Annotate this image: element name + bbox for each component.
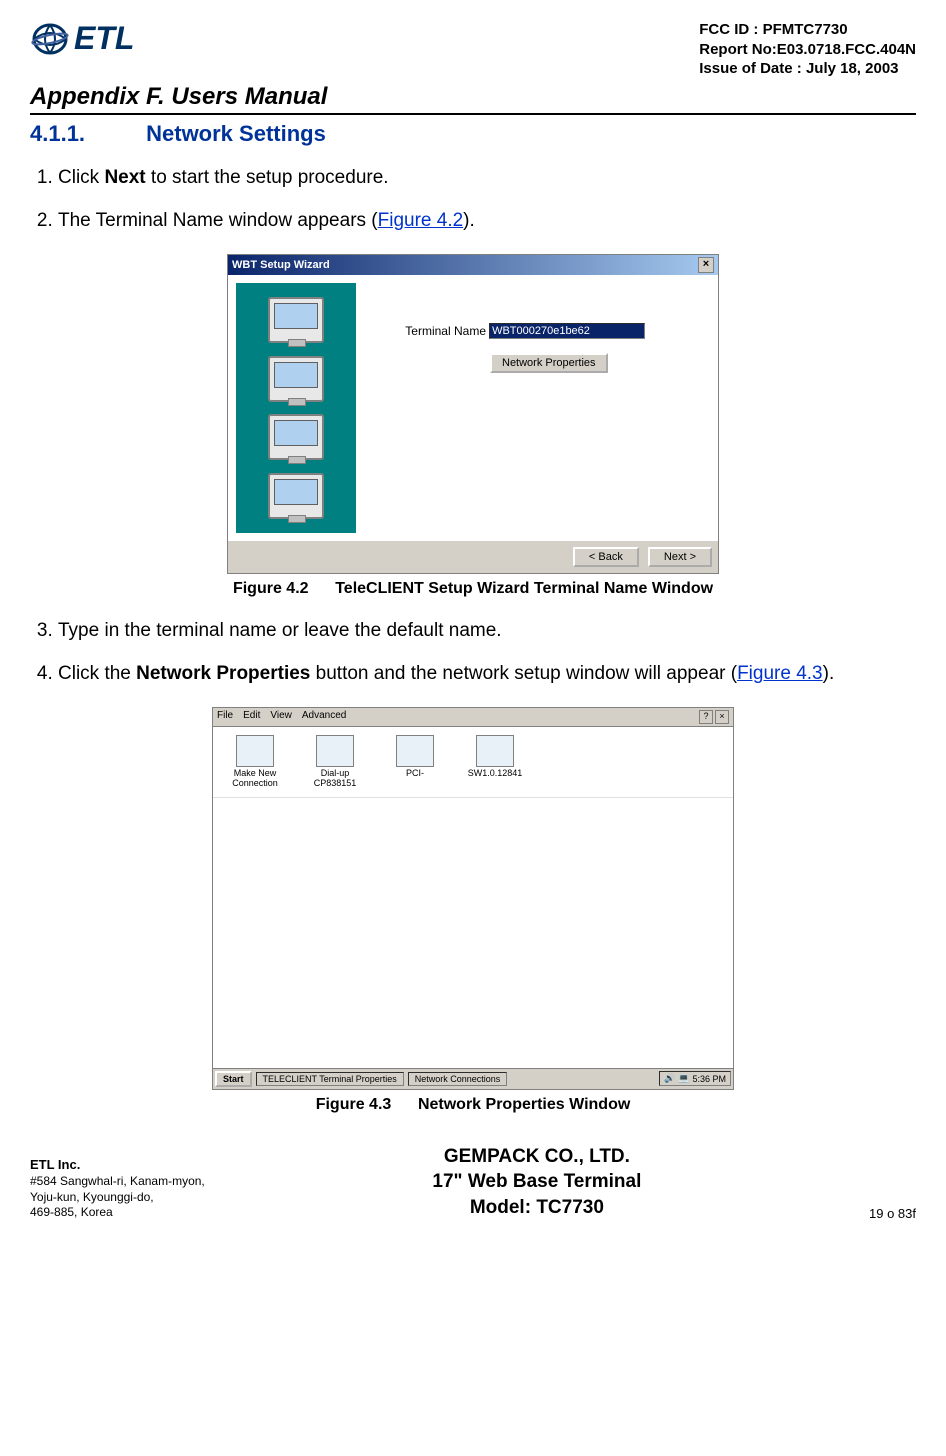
footer-addr2: Yoju-kun, Kyounggi-do, bbox=[30, 1190, 205, 1206]
taskbar-item-network-connections[interactable]: Network Connections bbox=[408, 1072, 508, 1086]
clock: 5:36 PM bbox=[692, 1074, 726, 1084]
figure-4-3-link[interactable]: Figure 4.3 bbox=[737, 663, 823, 684]
step-1: Click Next to start the setup procedure. bbox=[58, 165, 916, 191]
page-header: ETL FCC ID : PFMTC7730 Report No:E03.071… bbox=[30, 20, 916, 79]
monitor-icon bbox=[268, 473, 324, 519]
step1-pre: Click bbox=[58, 167, 104, 188]
connection-icon bbox=[236, 735, 274, 767]
step1-post: to start the setup procedure. bbox=[146, 167, 389, 188]
make-new-label: Make New Connection bbox=[225, 769, 285, 789]
help-icon[interactable]: ? bbox=[699, 710, 713, 724]
network-properties-button[interactable]: Network Properties bbox=[490, 353, 608, 373]
pci-label: PCI- bbox=[385, 769, 445, 779]
dialup-icon[interactable]: Dial-up CP838151 bbox=[305, 735, 365, 789]
step4-bold: Network Properties bbox=[136, 663, 310, 684]
wbt-setup-wizard-window: WBT Setup Wizard × Terminal Name Network… bbox=[227, 254, 719, 574]
step-4: Click the Network Properties button and … bbox=[58, 661, 916, 687]
make-new-connection-icon[interactable]: Make New Connection bbox=[225, 735, 285, 789]
wizard-titlebar: WBT Setup Wizard × bbox=[228, 255, 718, 275]
header-meta: FCC ID : PFMTC7730 Report No:E03.0718.FC… bbox=[699, 20, 916, 79]
fcc-id: FCC ID : PFMTC7730 bbox=[699, 20, 916, 40]
step1-bold: Next bbox=[104, 167, 145, 188]
footer-addr1: #584 Sangwhal-ri, Kanam-myon, bbox=[30, 1174, 205, 1190]
next-button[interactable]: Next > bbox=[648, 547, 712, 567]
footer-company: ETL Inc. bbox=[30, 1157, 205, 1174]
sw-icon[interactable]: SW1.0.12841 bbox=[465, 735, 525, 789]
wizard-sidebar bbox=[236, 283, 356, 533]
fig42-num: Figure 4.2 bbox=[233, 580, 309, 597]
wizard-footer: < Back Next > bbox=[228, 541, 718, 573]
connection-icon bbox=[316, 735, 354, 767]
step4-mid: button and the network setup window will… bbox=[310, 663, 737, 684]
section-number: 4.1.1. bbox=[30, 121, 140, 147]
wizard-body: Terminal Name Network Properties bbox=[228, 275, 718, 541]
pci-icon[interactable]: PCI- bbox=[385, 735, 445, 789]
page-number: 19 o 83f bbox=[869, 1206, 916, 1221]
network-properties-window: File Edit View Advanced ? × Make New Con… bbox=[212, 707, 734, 1090]
close-icon[interactable]: × bbox=[715, 710, 729, 724]
window-buttons: ? × bbox=[699, 710, 729, 724]
footer-center: GEMPACK CO., LTD. 17" Web Base Terminal … bbox=[432, 1144, 641, 1221]
header-rule bbox=[30, 113, 916, 115]
np-taskbar: Start TELECLIENT Terminal Properties Net… bbox=[213, 1068, 733, 1089]
step4-pre: Click the bbox=[58, 663, 136, 684]
monitor-icon bbox=[268, 414, 324, 460]
tray-icon: 💻 bbox=[678, 1073, 689, 1084]
figure-4-2-link[interactable]: Figure 4.2 bbox=[378, 210, 464, 231]
monitor-icon bbox=[268, 297, 324, 343]
close-icon[interactable]: × bbox=[698, 257, 714, 273]
steps-list-b: Type in the terminal name or leave the d… bbox=[30, 618, 916, 687]
footer-center1: GEMPACK CO., LTD. bbox=[432, 1144, 641, 1170]
system-tray: 🔊 💻 5:36 PM bbox=[659, 1071, 731, 1086]
fig42-text: TeleCLIENT Setup Wizard Terminal Name Wi… bbox=[335, 580, 713, 597]
step-2: The Terminal Name window appears (Figure… bbox=[58, 208, 916, 234]
back-button[interactable]: < Back bbox=[573, 547, 639, 567]
footer-left: ETL Inc. #584 Sangwhal-ri, Kanam-myon, Y… bbox=[30, 1157, 205, 1221]
section-heading: 4.1.1. Network Settings bbox=[30, 121, 916, 147]
step2-post: ). bbox=[463, 210, 475, 231]
etl-logo: ETL bbox=[30, 20, 134, 57]
tray-icon: 🔊 bbox=[664, 1073, 675, 1084]
appendix-title: Appendix F. Users Manual bbox=[30, 83, 916, 111]
monitor-icon bbox=[268, 356, 324, 402]
report-no: Report No:E03.0718.FCC.404N bbox=[699, 40, 916, 60]
dialup-label: Dial-up CP838151 bbox=[305, 769, 365, 789]
figure-4-2-caption: Figure 4.2 TeleCLIENT Setup Wizard Termi… bbox=[30, 580, 916, 598]
menu-file[interactable]: File bbox=[217, 710, 233, 724]
menu-view[interactable]: View bbox=[270, 710, 292, 724]
wizard-main: Terminal Name Network Properties bbox=[356, 283, 710, 533]
np-body bbox=[213, 798, 733, 1068]
taskbar-item-terminal-properties[interactable]: TELECLIENT Terminal Properties bbox=[256, 1072, 404, 1086]
footer-center3: Model: TC7730 bbox=[432, 1195, 641, 1221]
section-title: Network Settings bbox=[146, 121, 326, 146]
footer-center2: 17" Web Base Terminal bbox=[432, 1169, 641, 1195]
fig43-text: Network Properties Window bbox=[418, 1096, 630, 1113]
footer-addr3: 469-885, Korea bbox=[30, 1205, 205, 1221]
fig43-num: Figure 4.3 bbox=[316, 1096, 392, 1113]
sw-label: SW1.0.12841 bbox=[465, 769, 525, 779]
figure-4-2: WBT Setup Wizard × Terminal Name Network… bbox=[30, 254, 916, 574]
step-3: Type in the terminal name or leave the d… bbox=[58, 618, 916, 644]
steps-list-a: Click Next to start the setup procedure.… bbox=[30, 165, 916, 234]
issue-date: Issue of Date : July 18, 2003 bbox=[699, 59, 916, 79]
terminal-name-input[interactable] bbox=[489, 323, 645, 339]
connection-icon bbox=[476, 735, 514, 767]
figure-4-3: File Edit View Advanced ? × Make New Con… bbox=[30, 707, 916, 1090]
start-button[interactable]: Start bbox=[215, 1071, 252, 1087]
page-footer: ETL Inc. #584 Sangwhal-ri, Kanam-myon, Y… bbox=[30, 1144, 916, 1221]
wizard-title: WBT Setup Wizard bbox=[232, 259, 330, 271]
globe-icon bbox=[30, 22, 70, 56]
logo-text: ETL bbox=[74, 20, 134, 57]
terminal-name-label: Terminal Name bbox=[376, 324, 486, 338]
step2-pre: The Terminal Name window appears ( bbox=[58, 210, 378, 231]
menu-edit[interactable]: Edit bbox=[243, 710, 260, 724]
figure-4-3-caption: Figure 4.3 Network Properties Window bbox=[30, 1096, 916, 1114]
step4-post: ). bbox=[823, 663, 835, 684]
np-menubar: File Edit View Advanced ? × bbox=[213, 708, 733, 727]
np-icon-row: Make New Connection Dial-up CP838151 PCI… bbox=[213, 727, 733, 798]
connection-icon bbox=[396, 735, 434, 767]
menu-advanced[interactable]: Advanced bbox=[302, 710, 346, 724]
